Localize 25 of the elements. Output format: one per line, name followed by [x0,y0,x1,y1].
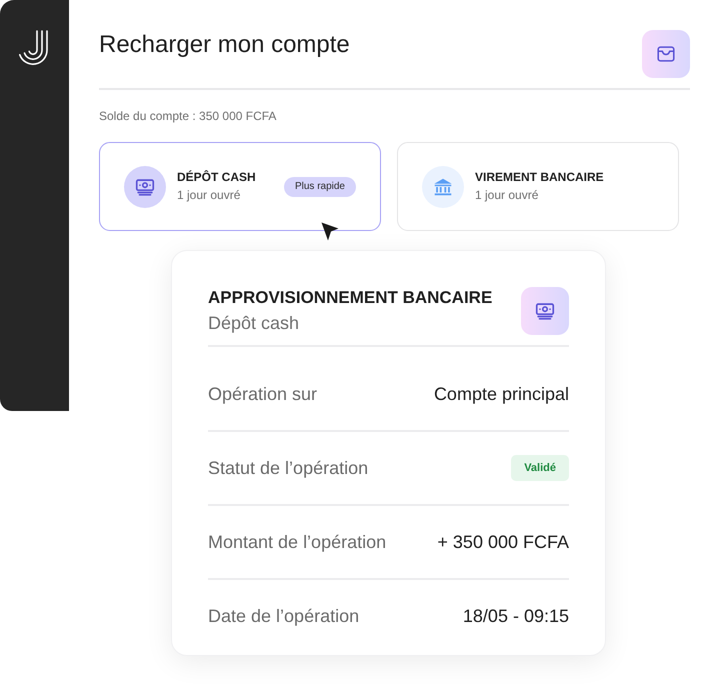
account-balance: Solde du compte : 350 000 FCFA [99,109,278,123]
tag: Plus rapide [284,176,356,196]
detail-subtitle: Dépôt cash [208,313,300,334]
field-label: Date de l’opération [208,605,360,627]
method-subtitle: 1 jour ouvré [475,188,540,203]
payment-method-card[interactable]: DÉPÔT CASH 1 jour ouvré Plus rapide [99,142,381,231]
cash-icon [124,166,166,208]
detail-title: APPROVISIONNEMENT BANCAIRE [208,288,492,308]
field-value: Compte principal [434,383,569,405]
field-label: Montant de l’opération [208,531,386,553]
page-title: Recharger mon compte [99,30,350,60]
bank-icon [422,166,464,208]
field-label: Opération sur [208,383,318,405]
method-title: DÉPÔT CASH [177,170,256,185]
cash-icon [521,287,569,335]
field-value: + 350 000 FCFA [437,531,569,553]
method-subtitle: 1 jour ouvré [177,188,242,203]
cursor-icon [321,222,339,241]
status-tag: Validé [511,455,569,481]
wallet-icon [642,30,690,78]
field-label: Statut de l’opération [208,457,368,479]
method-title: VIREMENT BANCAIRE [475,170,604,185]
logo-icon [18,30,50,66]
payment-method-card[interactable]: VIREMENT BANCAIRE 1 jour ouvré [397,142,679,231]
field-value: 18/05 - 09:15 [462,605,569,627]
